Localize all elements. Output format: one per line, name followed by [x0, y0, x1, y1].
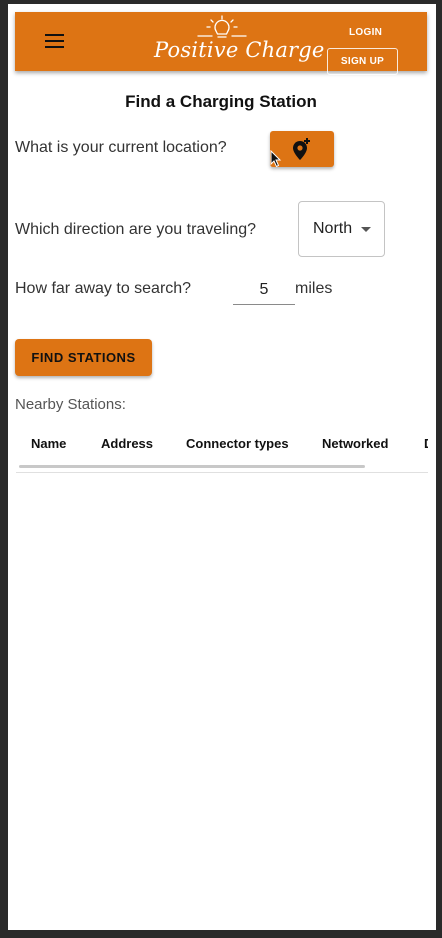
distance-input[interactable] — [233, 276, 295, 305]
app-bar: Positive Charge LOGIN SIGN UP — [15, 12, 427, 75]
brand-logo[interactable]: Positive Charge — [150, 14, 324, 69]
column-header-name[interactable]: Name — [31, 436, 66, 451]
mouse-pointer-icon — [270, 150, 282, 168]
signup-button[interactable]: SIGN UP — [327, 48, 398, 75]
caret-down-icon — [361, 227, 371, 232]
brand-name: Positive Charge — [154, 38, 325, 62]
distance-unit-label: miles — [295, 280, 333, 297]
menu-button[interactable] — [45, 34, 65, 50]
page-title: Find a Charging Station — [125, 92, 317, 111]
nearby-stations-heading: Nearby Stations: — [15, 396, 126, 413]
direction-question-label: Which direction are you traveling? — [15, 221, 257, 238]
login-link[interactable]: LOGIN — [349, 27, 382, 38]
column-header-networked[interactable]: Networked — [322, 436, 388, 451]
find-stations-button[interactable]: FIND STATIONS — [15, 339, 152, 376]
table-horizontal-scrollbar[interactable] — [19, 465, 365, 468]
location-question-label: What is your current location? — [15, 139, 227, 156]
direction-selected-value: North — [313, 220, 353, 237]
column-header-truncated[interactable]: D — [424, 436, 428, 451]
column-header-address[interactable]: Address — [101, 436, 153, 451]
hamburger-menu-icon — [45, 34, 64, 36]
direction-select[interactable]: North — [298, 201, 385, 257]
distance-question-label: How far away to search? — [15, 280, 192, 297]
add-location-pin-icon — [293, 138, 310, 160]
stations-table: Name Address Connector types Networked D — [16, 422, 428, 473]
app-window: Positive Charge LOGIN SIGN UP Find a Cha… — [8, 4, 436, 930]
column-header-connector-types[interactable]: Connector types — [186, 436, 289, 451]
